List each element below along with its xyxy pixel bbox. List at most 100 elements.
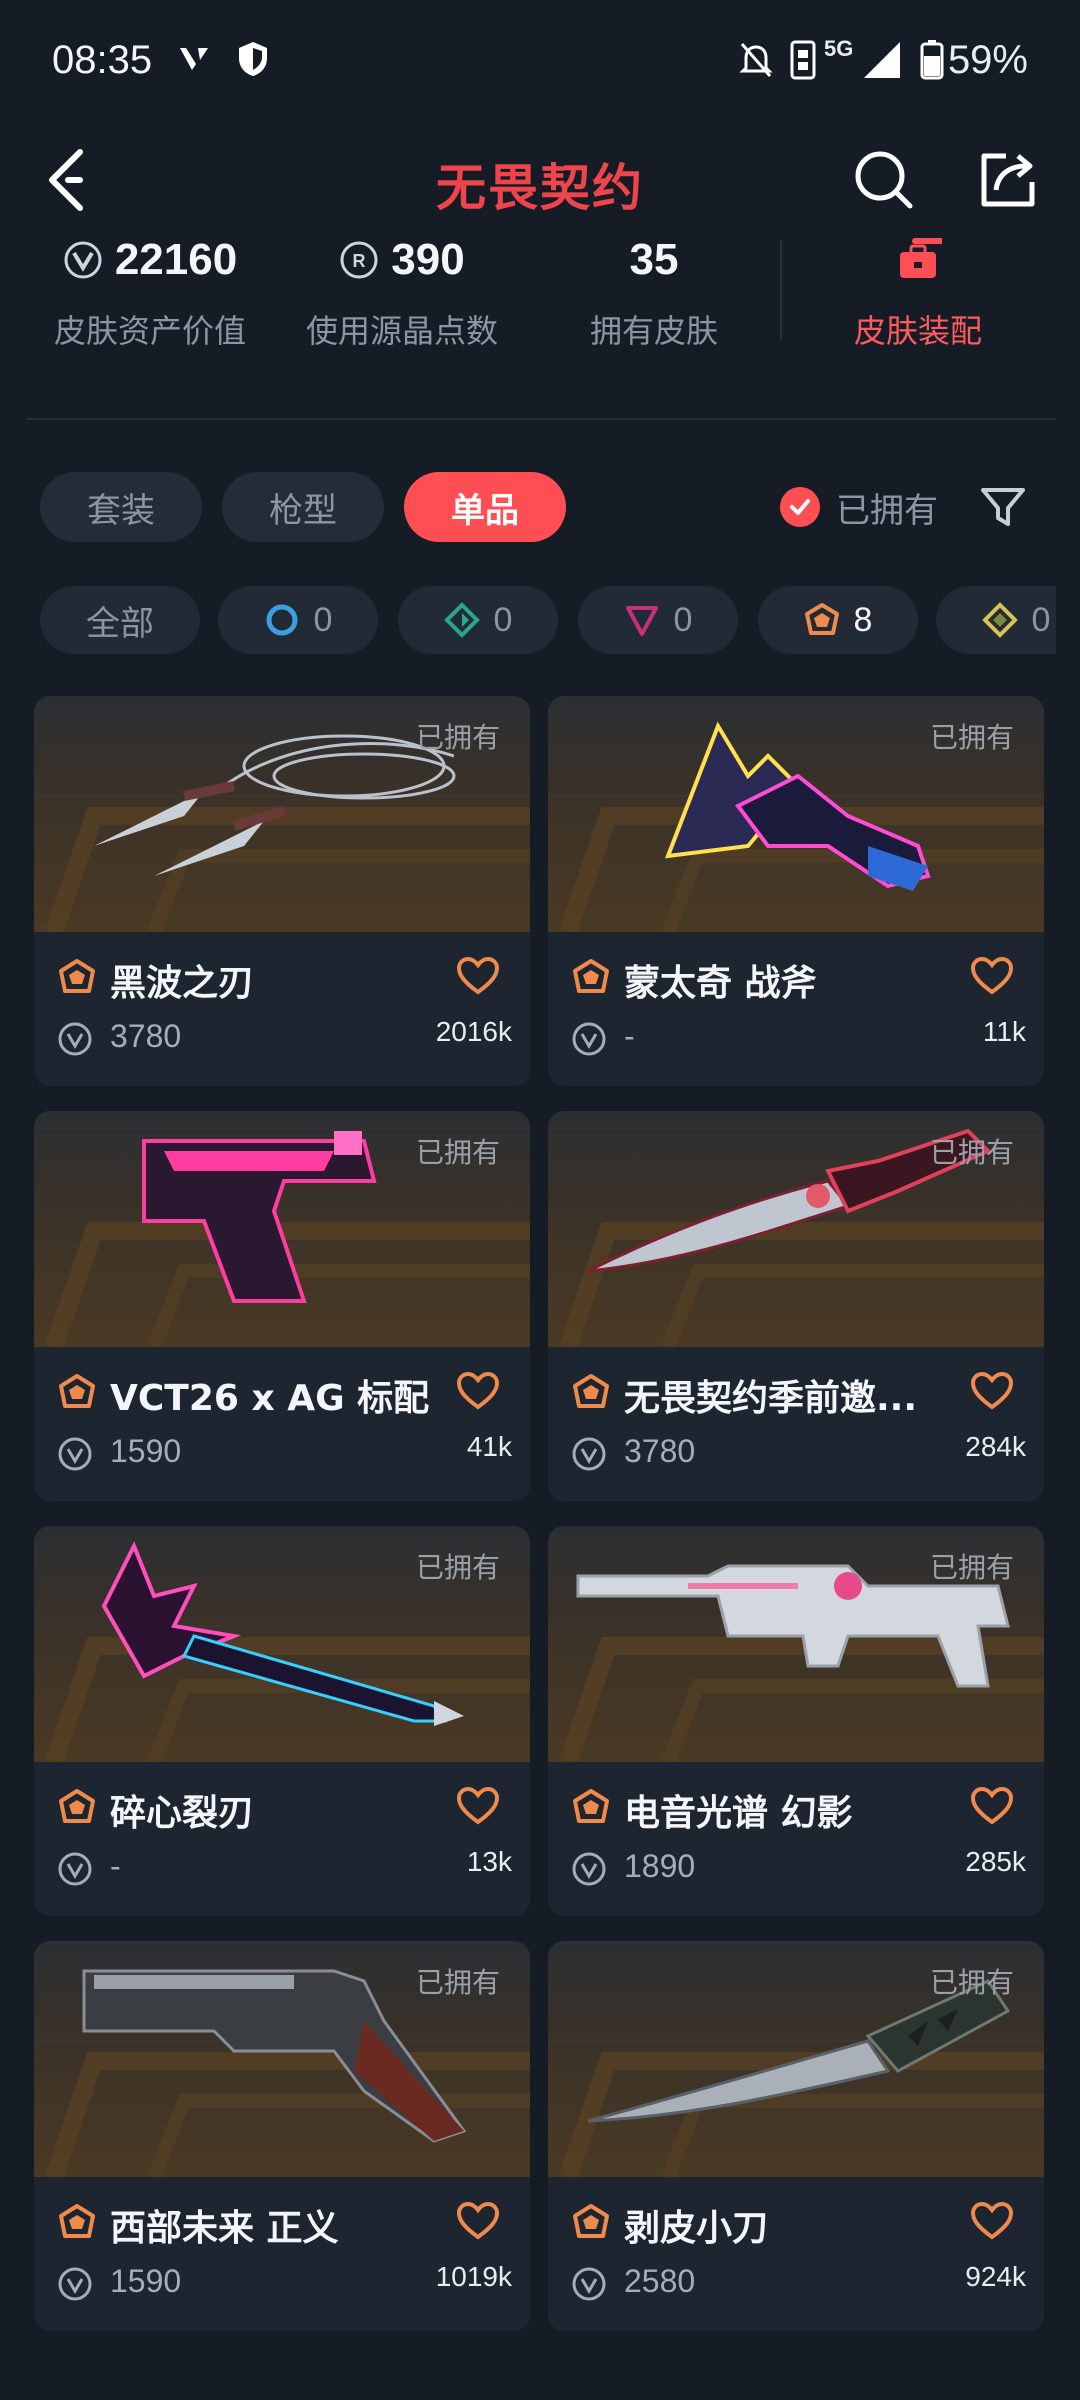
divider: [780, 240, 782, 340]
owned-filter-toggle[interactable]: 已拥有: [780, 472, 938, 542]
favorite-heart-icon[interactable]: [456, 1371, 500, 1411]
skin-name: 无畏契约季前邀...: [624, 1378, 918, 1419]
app-header: 无畏契约: [0, 130, 1080, 230]
skin-card[interactable]: 已拥有西部未来 正义 1590 1019k: [34, 1941, 530, 2331]
status-time: 08:35: [52, 38, 153, 82]
favorite-heart-icon[interactable]: [970, 1371, 1014, 1411]
stat-label: 皮肤装配: [853, 312, 982, 350]
battery-icon: [920, 40, 944, 80]
like-count: 285k: [965, 1846, 1026, 1877]
stat-owned-skins: 35 拥有皮肤: [524, 230, 784, 352]
vp-icon: [58, 1852, 92, 1886]
vp-icon: [58, 1022, 92, 1056]
like-count: 924k: [965, 2261, 1026, 2292]
skin-price: 3780: [624, 1433, 696, 1469]
tier-chip-ultra[interactable]: 0: [936, 586, 1056, 654]
skin-info: 黑波之刃 3780 2016k: [34, 932, 530, 1086]
skin-price: 1590: [110, 1433, 182, 1469]
skin-info: 无畏契约季前邀... 3780 284k: [548, 1347, 1044, 1501]
tier-chip-exclusive[interactable]: 8: [758, 586, 918, 654]
skin-card[interactable]: 已拥有剥皮小刀 2580 924k: [548, 1941, 1044, 2331]
favorite-heart-icon[interactable]: [456, 1786, 500, 1826]
like-count: 11k: [982, 1016, 1026, 1047]
skin-info: 碎心裂刃 - 13k: [34, 1762, 530, 1916]
stat-value: 35: [629, 235, 679, 284]
network-type: 5G: [824, 36, 854, 61]
like-count: 284k: [965, 1431, 1026, 1462]
chip-count: 0: [493, 600, 513, 639]
skin-info: 蒙太奇 战斧 - 11k: [548, 932, 1044, 1086]
exclusive-tier-icon: [573, 959, 609, 993]
skin-card[interactable]: 已拥有无畏契约季前邀... 3780 284k: [548, 1111, 1044, 1501]
select-tier-icon: [266, 604, 298, 636]
chip-count: 0: [1031, 600, 1051, 639]
stat-label: 使用源晶点数: [305, 312, 498, 350]
tier-chip-deluxe[interactable]: 0: [398, 586, 558, 654]
chip-label: 全部: [86, 603, 154, 644]
vp-icon: [64, 241, 102, 279]
skin-card[interactable]: 已拥有 碎心裂刃 - 13k: [34, 1526, 530, 1916]
skin-card[interactable]: 已拥有 黑波之刃 3780 2016k: [34, 696, 530, 1086]
mute-bell-icon: [739, 43, 773, 77]
page-title: 无畏契约: [436, 159, 644, 217]
skin-image: 已拥有: [548, 1111, 1044, 1347]
vp-icon: [572, 1852, 606, 1886]
briefcase-icon: [900, 238, 942, 278]
skin-card[interactable]: 已拥有 VCT26 x AG 标配 1590 41k: [34, 1111, 530, 1501]
skin-image: 已拥有: [548, 696, 1044, 932]
like-count: 13k: [466, 1846, 512, 1877]
skin-loadout-button[interactable]: 皮肤装配: [788, 230, 1048, 352]
chip-count: 0: [313, 600, 333, 639]
tier-filter-row: 全部 0 0 0 8 0: [0, 570, 1056, 670]
owned-badge: 已拥有: [415, 1136, 500, 1169]
tab-bundles[interactable]: 套装: [40, 472, 202, 542]
owned-badge: 已拥有: [415, 1966, 500, 1999]
skin-image: 已拥有: [34, 1941, 530, 2177]
tab-label: 枪型: [269, 490, 337, 531]
skin-image: 已拥有: [548, 1941, 1044, 2177]
vp-icon: [58, 1437, 92, 1471]
skin-card[interactable]: 已拥有 电音光谱 幻影 1890 285k: [548, 1526, 1044, 1916]
tab-label: 套装: [87, 490, 155, 531]
skin-price: -: [624, 1018, 635, 1054]
search-icon[interactable]: [852, 148, 916, 212]
chip-count: 8: [853, 600, 873, 639]
stats-row: 22160 皮肤资产价值 R 390 使用源晶点数 35 拥有皮肤 皮肤装配: [0, 230, 1080, 370]
skin-price: 1590: [110, 2263, 182, 2299]
stat-asset-value: 22160 皮肤资产价值: [20, 230, 280, 352]
tier-chip-select[interactable]: 0: [218, 586, 378, 654]
skin-name: 蒙太奇 战斧: [624, 963, 817, 1004]
tab-weapon-type[interactable]: 枪型: [222, 472, 384, 542]
filter-icon[interactable]: [978, 482, 1028, 532]
favorite-heart-icon[interactable]: [456, 956, 500, 996]
stat-radianite: R 390 使用源晶点数: [272, 230, 532, 352]
like-count: 41k: [466, 1431, 512, 1462]
owned-badge: 已拥有: [929, 1551, 1014, 1584]
svg-text:R: R: [353, 251, 366, 271]
exclusive-tier-icon: [573, 2204, 609, 2238]
skin-price: 2580: [624, 2263, 696, 2299]
tier-chip-all[interactable]: 全部: [40, 586, 200, 654]
favorite-heart-icon[interactable]: [970, 1786, 1014, 1826]
skin-info: 西部未来 正义 1590 1019k: [34, 2177, 530, 2331]
status-bar: 08:35 5G 59%: [0, 0, 1080, 120]
shield-icon: [239, 42, 267, 76]
chip-count: 0: [673, 600, 693, 639]
tier-chip-premium[interactable]: 0: [578, 586, 738, 654]
skin-info: VCT26 x AG 标配 1590 41k: [34, 1347, 530, 1501]
sim-icon: [790, 40, 816, 80]
owned-badge: 已拥有: [929, 721, 1014, 754]
favorite-heart-icon[interactable]: [970, 2201, 1014, 2241]
deluxe-tier-icon: [443, 602, 480, 638]
valorant-notification-icon: [180, 48, 208, 70]
skin-image: 已拥有: [34, 696, 530, 932]
share-icon[interactable]: [976, 148, 1040, 212]
skin-name: VCT26 x AG 标配: [110, 1378, 430, 1419]
owned-filter-label: 已拥有: [836, 490, 938, 531]
skin-name: 剥皮小刀: [624, 2208, 769, 2249]
exclusive-tier-icon: [573, 1374, 609, 1408]
skin-card[interactable]: 已拥有蒙太奇 战斧 - 11k: [548, 696, 1044, 1086]
favorite-heart-icon[interactable]: [970, 956, 1014, 996]
tab-single-items[interactable]: 单品: [404, 472, 566, 542]
favorite-heart-icon[interactable]: [456, 2201, 500, 2241]
